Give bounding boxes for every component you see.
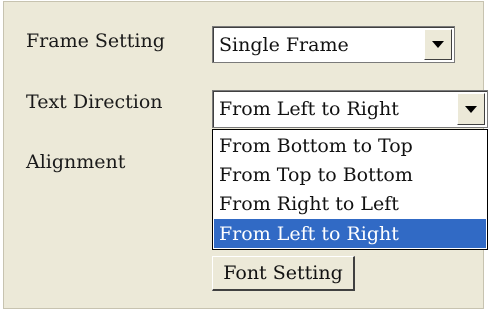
text-direction-options-list[interactable]: From Bottom to Top From Top to Bottom Fr…	[212, 129, 488, 250]
text-direction-dropdown-button[interactable]	[457, 93, 485, 125]
alignment-label: Alignment	[26, 151, 126, 173]
frame-setting-value: Single Frame	[219, 33, 349, 56]
text-direction-label: Text Direction	[26, 91, 163, 113]
text-direction-value: From Left to Right	[219, 98, 399, 120]
chevron-down-icon	[465, 105, 477, 113]
option-bottom-to-top[interactable]: From Bottom to Top	[214, 131, 486, 160]
text-direction-select[interactable]: From Left to Right	[212, 90, 488, 128]
font-setting-button[interactable]: Font Setting	[212, 256, 355, 291]
option-top-to-bottom[interactable]: From Top to Bottom	[214, 160, 486, 189]
option-right-to-left[interactable]: From Right to Left	[214, 189, 486, 218]
option-left-to-right[interactable]: From Left to Right	[214, 219, 486, 248]
settings-panel: Frame Setting Single Frame Text Directio…	[3, 1, 488, 309]
frame-setting-label: Frame Setting	[26, 30, 165, 52]
chevron-down-icon	[432, 41, 444, 48]
frame-setting-dropdown-button[interactable]	[424, 29, 452, 60]
frame-setting-select[interactable]: Single Frame	[212, 26, 455, 63]
